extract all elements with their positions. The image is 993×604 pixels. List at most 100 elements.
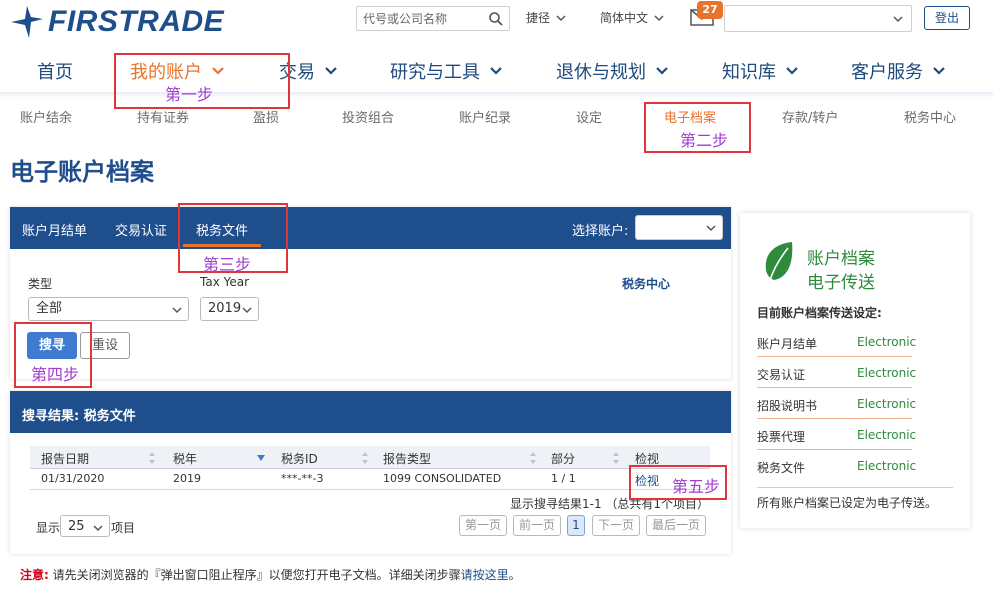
nav-label: 研究与工具: [390, 62, 480, 83]
logout-button[interactable]: 登出: [924, 6, 970, 30]
nav-label: 退休与规划: [556, 62, 646, 83]
tax-year-select[interactable]: 2019: [200, 297, 259, 321]
step4-label: 第四步: [31, 365, 80, 384]
subnav-settings[interactable]: 设定: [576, 107, 602, 126]
items-label: 项目: [111, 521, 136, 535]
language-menu[interactable]: 简体中文: [600, 9, 664, 26]
symbol-search-box[interactable]: [356, 6, 510, 31]
step1-label: 第一步: [165, 85, 214, 104]
card-divider: [757, 487, 953, 488]
notice-link[interactable]: 请按这里: [461, 568, 509, 582]
show-label: 显示: [36, 521, 61, 535]
chevron-down-icon: [490, 67, 502, 75]
sort-icon[interactable]: [148, 451, 156, 465]
nav-home[interactable]: 首页: [37, 58, 73, 84]
shortcut-menu[interactable]: 捷径: [526, 9, 566, 26]
nav-research-tools[interactable]: 研究与工具: [390, 58, 502, 84]
notice-warning: 注意:: [20, 568, 49, 582]
nav-label: 知识库: [722, 62, 776, 83]
step3-label: 第三步: [203, 255, 252, 274]
sort-icon[interactable]: [612, 451, 620, 465]
tab-trade-confirmations[interactable]: 交易认证: [115, 220, 167, 239]
subnav-portfolio[interactable]: 投资组合: [342, 107, 394, 126]
col-part[interactable]: 部分: [551, 450, 575, 467]
cell-part: 1 / 1: [551, 472, 576, 485]
delivery-row-label: 招股说明书: [757, 399, 818, 413]
chevron-down-icon: [93, 525, 103, 532]
tab-monthly-statements[interactable]: 账户月结单: [22, 220, 87, 239]
nav-retirement-planning[interactable]: 退休与规划: [556, 58, 668, 84]
chevron-down-icon: [556, 14, 566, 21]
sort-icon[interactable]: [529, 451, 537, 465]
type-select[interactable]: 全部: [28, 297, 189, 321]
mail-count-badge: 27: [697, 1, 723, 19]
delivery-row-label: 账户月结单: [757, 337, 818, 351]
chevron-down-icon: [325, 67, 337, 75]
subnav-account-history[interactable]: 账户纪录: [459, 107, 511, 126]
col-report-type[interactable]: 报告类型: [383, 450, 431, 467]
sort-desc-icon[interactable]: [257, 451, 265, 465]
card-title-line2: 电子传送: [807, 273, 875, 293]
card-title-line1: 账户档案: [807, 249, 875, 269]
prev-page-button[interactable]: 前一页: [513, 515, 561, 536]
col-tax-year[interactable]: 税年: [173, 450, 197, 467]
row-divider: [757, 449, 912, 450]
page-size-select[interactable]: 25: [60, 515, 110, 537]
nav-label: 首页: [37, 62, 73, 83]
subnav-gain-loss[interactable]: 盈损: [253, 107, 279, 126]
delivery-row-value: Electronic: [857, 335, 917, 349]
tax-year-label: Tax Year: [200, 275, 250, 289]
firstrade-logo[interactable]: FIRSTRADE: [10, 4, 224, 40]
page-title: 电子账户档案: [10, 158, 154, 186]
col-report-date[interactable]: 报告日期: [41, 450, 89, 467]
card-subtitle: 目前账户档案传送设定:: [757, 306, 882, 320]
delivery-row-label: 税务文件: [757, 461, 806, 475]
row-divider: [757, 387, 912, 388]
logo-text: FIRSTRADE: [48, 5, 225, 38]
tax-year-value: 2019: [208, 301, 242, 316]
row-divider: [757, 418, 912, 419]
type-select-value: 全部: [36, 301, 63, 316]
chevron-down-icon: [656, 67, 668, 75]
nav-label: 客户服务: [851, 62, 923, 83]
leaf-icon: [765, 242, 793, 281]
subnav-deposit-transfer[interactable]: 存款/转户: [782, 107, 838, 126]
type-label: 类型: [28, 277, 53, 291]
subnav-balances[interactable]: 账户结余: [20, 107, 72, 126]
chevron-down-icon: [706, 225, 716, 232]
table-row-divider: [30, 489, 710, 490]
chevron-down-icon: [893, 16, 903, 23]
results-title: 搜寻结果: 税务文件: [22, 409, 136, 424]
chevron-down-icon: [654, 14, 664, 21]
table-header-row: [30, 446, 710, 469]
tax-center-link[interactable]: 税务中心: [622, 275, 670, 292]
current-page-button[interactable]: 1: [567, 515, 585, 536]
subnav-positions[interactable]: 持有证券: [137, 107, 189, 126]
col-tax-id[interactable]: 税务ID: [281, 450, 318, 467]
delivery-row-label: 投票代理: [757, 430, 806, 444]
chevron-down-icon: [786, 67, 798, 75]
page-size-value: 25: [68, 519, 85, 534]
notice-end: 。: [508, 568, 521, 582]
first-page-button[interactable]: 第一页: [459, 515, 507, 536]
language-label: 简体中文: [600, 11, 649, 25]
card-footer: 所有账户档案已设定为电子传送。: [757, 496, 938, 510]
nav-knowledge-base[interactable]: 知识库: [722, 58, 798, 84]
last-page-button[interactable]: 最后一页: [646, 515, 706, 536]
cell-tax-id: ***-**-3: [281, 472, 324, 485]
account-dropdown[interactable]: [635, 215, 723, 240]
account-selector[interactable]: [724, 5, 912, 32]
cell-report-type: 1099 CONSOLIDATED: [383, 472, 502, 485]
symbol-search-input[interactable]: [357, 7, 479, 30]
nav-customer-service[interactable]: 客户服务: [851, 58, 945, 84]
arrow-logo-icon: [11, 6, 43, 38]
row-divider: [757, 356, 912, 357]
cell-report-date: 01/31/2020: [41, 472, 105, 485]
delivery-row-value: Electronic: [857, 428, 917, 442]
next-page-button[interactable]: 下一页: [592, 515, 640, 536]
subnav-tax-center[interactable]: 税务中心: [904, 107, 956, 126]
sort-icon[interactable]: [361, 451, 369, 465]
delivery-row-value: Electronic: [857, 397, 917, 411]
search-icon[interactable]: [488, 11, 504, 27]
chevron-down-icon: [242, 307, 252, 314]
